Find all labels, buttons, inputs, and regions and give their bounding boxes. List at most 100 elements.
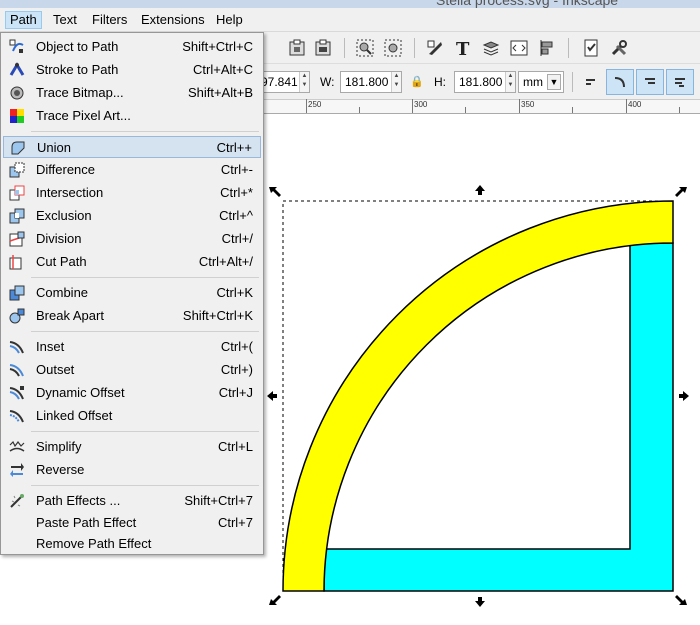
x-field[interactable]: 97.841 ▲ ▼ [256,71,310,93]
menu-item-exclusion[interactable]: Exclusion Ctrl+^ [3,205,261,227]
menu-item-object-to-path[interactable]: Object to Path Shift+Ctrl+C [3,36,261,58]
division-icon [9,231,25,247]
menu-item-path-effects[interactable]: Path Effects ... Shift+Ctrl+7 [3,490,261,512]
menu-item-stroke-to-path[interactable]: Stroke to Path Ctrl+Alt+C [3,59,261,81]
align-distribute-icon[interactable] [536,37,558,59]
union-icon [10,140,26,156]
scale-stroke-icon[interactable] [580,71,602,93]
paste-icon[interactable] [312,37,334,59]
menu-item-trace-pixel-art[interactable]: Trace Pixel Art... [3,105,261,127]
trace-bitmap-icon [9,85,25,101]
menu-item-difference[interactable]: Difference Ctrl+- [3,159,261,181]
ruler-tick [679,107,680,113]
menu-filters[interactable]: Filters [88,12,131,30]
scale-radii-toggle[interactable] [606,69,634,95]
horizontal-ruler: 250 300 350 400 [264,99,700,114]
menu-item-trace-bitmap[interactable]: Trace Bitmap... Shift+Alt+B [3,82,261,104]
menu-item-combine[interactable]: Combine Ctrl+K [3,282,261,304]
ruler-tick [626,99,627,113]
document-properties-icon[interactable] [580,37,602,59]
zoom-drawing-icon[interactable] [382,37,404,59]
menu-separator [31,431,259,432]
h-field[interactable]: 181.800 ▲ ▼ [454,71,516,93]
menu-separator [31,277,259,278]
ruler-tick [465,107,466,113]
unit-select[interactable]: mm ▼ [518,71,564,93]
reverse-icon [9,462,25,478]
menu-separator [31,331,259,332]
spin-arrows-icon[interactable]: ▲ ▼ [391,72,401,92]
menu-item-intersection[interactable]: Intersection Ctrl+* [3,182,261,204]
move-patterns-toggle[interactable] [666,69,694,95]
text-tool-icon[interactable]: T [452,37,474,59]
outset-icon [9,362,25,378]
zoom-selection-icon[interactable] [354,37,376,59]
handle-top-icon [475,185,485,195]
path-menu-dropdown: Object to Path Shift+Ctrl+C Stroke to Pa… [0,32,264,555]
menu-item-division[interactable]: Division Ctrl+/ [3,228,261,250]
spin-arrows-icon[interactable]: ▲ ▼ [299,72,309,92]
menu-separator [31,131,259,132]
menu-item-outset[interactable]: Outset Ctrl+) [3,359,261,381]
paste-in-place-icon[interactable] [286,37,308,59]
object-to-path-icon [9,39,25,55]
menu-item-paste-path-effect[interactable]: Paste Path Effect Ctrl+7 [3,512,261,534]
menu-text[interactable]: Text [49,12,81,30]
trace-pixel-art-icon [9,108,25,124]
ruler-label: 250 [308,100,322,109]
w-label: W: [320,75,335,89]
path-effects-icon [9,493,25,509]
handle-bottom-icon [475,597,485,607]
ruler-label: 350 [521,100,535,109]
menu-item-break-apart[interactable]: Break Apart Shift+Ctrl+K [3,305,261,327]
ruler-label: 300 [414,100,428,109]
handle-left-icon [267,391,277,401]
toolbar-separator [568,38,569,58]
menu-path[interactable]: Path [5,11,42,29]
tool-controls-bar: 97.841 ▲ ▼ W: 181.800 ▲ ▼ 🔒 H: 181.800 ▲ ▼ … [256,64,700,100]
spin-arrows-icon[interactable]: ▲ ▼ [505,72,515,92]
xml-editor-icon[interactable] [508,37,530,59]
canvas-left-area [0,555,264,625]
break-apart-icon [9,308,25,324]
menu-help[interactable]: Help [212,12,247,30]
dynamic-offset-icon [9,385,25,401]
window-title: Stella process.svg - Inkscape [436,0,619,8]
node-editor-icon[interactable] [424,37,446,59]
cyan-shape[interactable] [323,242,674,592]
title-bar: Stella process.svg - Inkscape [0,0,700,8]
move-gradients-toggle[interactable] [636,69,664,95]
menu-item-linked-offset[interactable]: Linked Offset [3,405,261,427]
menu-item-remove-path-effect[interactable]: Remove Path Effect [3,533,261,555]
layers-icon[interactable] [480,37,502,59]
toolbar-separator [344,38,345,58]
w-field[interactable]: 181.800 ▲ ▼ [340,71,402,93]
ruler-label: 400 [628,100,642,109]
commands-toolbar: T [264,32,700,64]
ruler-tick [359,107,360,113]
scale-handles[interactable] [267,185,689,607]
menu-item-reverse[interactable]: Reverse [3,459,261,481]
inset-icon [9,339,25,355]
cut-path-icon [9,254,25,270]
ruler-tick [412,99,413,113]
menu-item-union[interactable]: Union Ctrl++ [3,136,261,158]
yellow-arc-shape[interactable] [282,200,674,592]
preferences-icon[interactable] [608,37,630,59]
menu-item-inset[interactable]: Inset Ctrl+( [3,336,261,358]
menu-extensions[interactable]: Extensions [137,12,209,30]
handle-bottom-right-icon [675,595,687,605]
menu-item-simplify[interactable]: Simplify Ctrl+L [3,436,261,458]
drawing-canvas[interactable] [264,115,700,625]
exclusion-icon [9,208,25,224]
handle-top-right-icon [675,187,687,197]
ruler-tick [572,107,573,113]
toolbar-separator [414,38,415,58]
lock-icon[interactable]: 🔒 [410,75,424,88]
linked-offset-icon [9,408,25,424]
menu-item-cut-path[interactable]: Cut Path Ctrl+Alt+/ [3,251,261,273]
toolbar-separator [572,72,573,92]
menu-item-dynamic-offset[interactable]: Dynamic Offset Ctrl+J [3,382,261,404]
intersection-icon [9,185,25,201]
ruler-tick [306,99,307,113]
